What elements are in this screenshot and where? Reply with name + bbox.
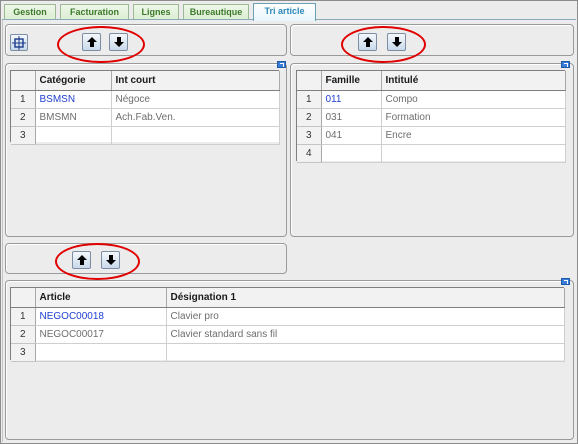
family-label-cell[interactable]: Compo xyxy=(381,90,566,109)
category-code-cell[interactable]: BSMSN xyxy=(35,90,112,109)
table-row[interactable]: 3 xyxy=(11,343,565,362)
family-toolbar xyxy=(290,24,574,56)
row-number: 1 xyxy=(11,90,36,109)
row-number-header xyxy=(11,288,36,308)
article-move-up-button[interactable] xyxy=(72,251,91,269)
row-number: 3 xyxy=(11,343,36,362)
article-move-down-button[interactable] xyxy=(101,251,120,269)
article-toolbar xyxy=(5,243,287,274)
article-code-cell[interactable] xyxy=(35,343,167,362)
family-code-cell[interactable]: 011 xyxy=(321,90,382,109)
table-row[interactable]: 1 BSMSN Négoce xyxy=(11,90,280,109)
row-number: 1 xyxy=(297,90,322,109)
category-label-cell[interactable] xyxy=(111,126,280,145)
row-number: 1 xyxy=(11,307,36,326)
article-designation-cell[interactable]: Clavier pro xyxy=(166,307,565,326)
tab-gestion[interactable]: Gestion xyxy=(4,4,56,20)
arrow-down-icon xyxy=(391,37,402,47)
family-code-cell[interactable]: 041 xyxy=(321,126,382,145)
row-number: 4 xyxy=(297,144,322,163)
category-grid: Catégorie Int court 1 BSMSN Négoce 2 BMS… xyxy=(10,70,280,145)
column-header-categorie[interactable]: Catégorie xyxy=(35,71,112,91)
category-toolbar xyxy=(5,24,287,56)
article-code-cell[interactable]: NEGOC00018 xyxy=(35,307,167,326)
expand-corner-icon[interactable] xyxy=(561,61,570,68)
expand-corner-icon[interactable] xyxy=(277,61,286,68)
category-move-up-button[interactable] xyxy=(82,33,101,51)
category-code-cell[interactable]: BMSMN xyxy=(35,108,112,127)
category-code-cell[interactable] xyxy=(35,126,112,145)
row-number: 2 xyxy=(297,108,322,127)
expand-corner-icon[interactable] xyxy=(561,278,570,285)
tab-facturation[interactable]: Facturation xyxy=(60,4,129,20)
table-row[interactable]: 1 NEGOC00018 Clavier pro xyxy=(11,307,565,326)
row-number-header xyxy=(297,71,322,91)
family-move-up-button[interactable] xyxy=(358,33,377,51)
family-label-cell[interactable]: Encre xyxy=(381,126,566,145)
tab-tri-article[interactable]: Tri article xyxy=(253,3,316,21)
table-row[interactable]: 4 xyxy=(297,144,566,163)
table-row[interactable]: 2 NEGOC00017 Clavier standard sans fil xyxy=(11,325,565,344)
table-row[interactable]: 3 xyxy=(11,126,280,145)
family-code-cell[interactable]: 031 xyxy=(321,108,382,127)
tab-bureautique[interactable]: Bureautique xyxy=(183,4,249,20)
category-move-down-button[interactable] xyxy=(109,33,128,51)
arrow-up-icon xyxy=(86,37,97,47)
row-number: 2 xyxy=(11,108,36,127)
article-designation-cell[interactable]: Clavier standard sans fil xyxy=(166,325,565,344)
arrow-down-icon xyxy=(105,255,116,265)
arrow-up-icon xyxy=(362,37,373,47)
row-number: 3 xyxy=(297,126,322,145)
table-row[interactable]: 2 BMSMN Ach.Fab.Ven. xyxy=(11,108,280,127)
row-number-header xyxy=(11,71,36,91)
family-grid: Famille Intitulé 1 011 Compo 2 031 Forma… xyxy=(296,70,566,163)
pattern-toggle-button[interactable] xyxy=(10,34,28,51)
column-header-article[interactable]: Article xyxy=(35,288,167,308)
category-label-cell[interactable]: Négoce xyxy=(111,90,280,109)
column-header-famille[interactable]: Famille xyxy=(321,71,382,91)
family-label-cell[interactable] xyxy=(381,144,566,163)
article-designation-cell[interactable] xyxy=(166,343,565,362)
category-label-cell[interactable]: Ach.Fab.Ven. xyxy=(111,108,280,127)
column-header-designation[interactable]: Désignation 1 xyxy=(166,288,565,308)
article-code-cell[interactable]: NEGOC00017 xyxy=(35,325,167,344)
row-number: 2 xyxy=(11,325,36,344)
tab-bar: Gestion Facturation Lignes Bureautique T… xyxy=(2,3,576,21)
column-header-intitule[interactable]: Intitulé xyxy=(381,71,566,91)
pattern-toggle-icon xyxy=(12,35,26,50)
family-label-cell[interactable]: Formation xyxy=(381,108,566,127)
arrow-down-icon xyxy=(113,37,124,47)
table-row[interactable]: 1 011 Compo xyxy=(297,90,566,109)
table-row[interactable]: 3 041 Encre xyxy=(297,126,566,145)
article-grid: Article Désignation 1 1 NEGOC00018 Clavi… xyxy=(10,287,565,362)
family-code-cell[interactable] xyxy=(321,144,382,163)
tab-lignes[interactable]: Lignes xyxy=(133,4,179,20)
arrow-up-icon xyxy=(76,255,87,265)
table-row[interactable]: 2 031 Formation xyxy=(297,108,566,127)
column-header-int-court[interactable]: Int court xyxy=(111,71,280,91)
family-move-down-button[interactable] xyxy=(387,33,406,51)
row-number: 3 xyxy=(11,126,36,145)
